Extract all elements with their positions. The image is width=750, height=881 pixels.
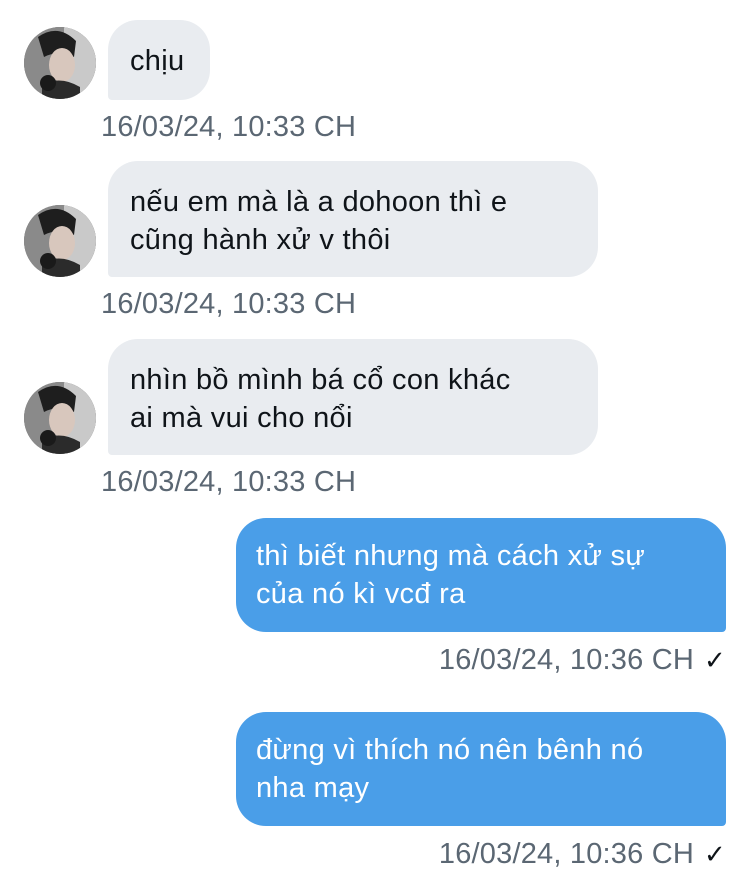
message-text: ai mà vui cho nổi bbox=[130, 402, 353, 434]
timestamp-text: 16/03/24, 10:36 CH bbox=[438, 644, 694, 676]
avatar[interactable] bbox=[24, 27, 96, 99]
message-bubble[interactable]: nhìn bồ mình bá cổ con khác ai mà vui ch… bbox=[108, 339, 598, 455]
message-timestamp: 16/03/24, 10:33 CH bbox=[101, 288, 357, 320]
message-text: của nó kì vcđ ra bbox=[256, 578, 466, 610]
message-timestamp: 16/03/24, 10:33 CH bbox=[101, 111, 357, 143]
message-bubble[interactable]: nếu em mà là a dohoon thì e cũng hành xử… bbox=[108, 161, 598, 277]
message-bubble[interactable]: chịu bbox=[108, 20, 210, 100]
message-text: thì biết nhưng mà cách xử sự bbox=[256, 540, 646, 572]
check-icon: ✓ bbox=[704, 645, 726, 675]
message-timestamp: 16/03/24, 10:36 CH ✓ bbox=[439, 643, 726, 677]
message-bubble[interactable]: thì biết nhưng mà cách xử sự của nó kì v… bbox=[236, 518, 726, 632]
message-timestamp: 16/03/24, 10:36 CH ✓ bbox=[439, 837, 726, 871]
message-timestamp: 16/03/24, 10:33 CH bbox=[101, 466, 357, 498]
message-text: nếu em mà là a dohoon thì e bbox=[130, 186, 508, 218]
message-bubble[interactable]: đừng vì thích nó nên bênh nó nha mạy bbox=[236, 712, 726, 826]
check-icon: ✓ bbox=[704, 839, 726, 869]
message-text: nha mạy bbox=[256, 772, 370, 804]
avatar[interactable] bbox=[24, 382, 96, 454]
message-text: nhìn bồ mình bá cổ con khác bbox=[130, 364, 511, 396]
timestamp-text: 16/03/24, 10:36 CH bbox=[438, 838, 694, 870]
message-text: chịu bbox=[130, 45, 185, 77]
message-text: cũng hành xử v thôi bbox=[130, 224, 391, 256]
avatar[interactable] bbox=[24, 205, 96, 277]
message-text: đừng vì thích nó nên bênh nó bbox=[256, 734, 644, 766]
